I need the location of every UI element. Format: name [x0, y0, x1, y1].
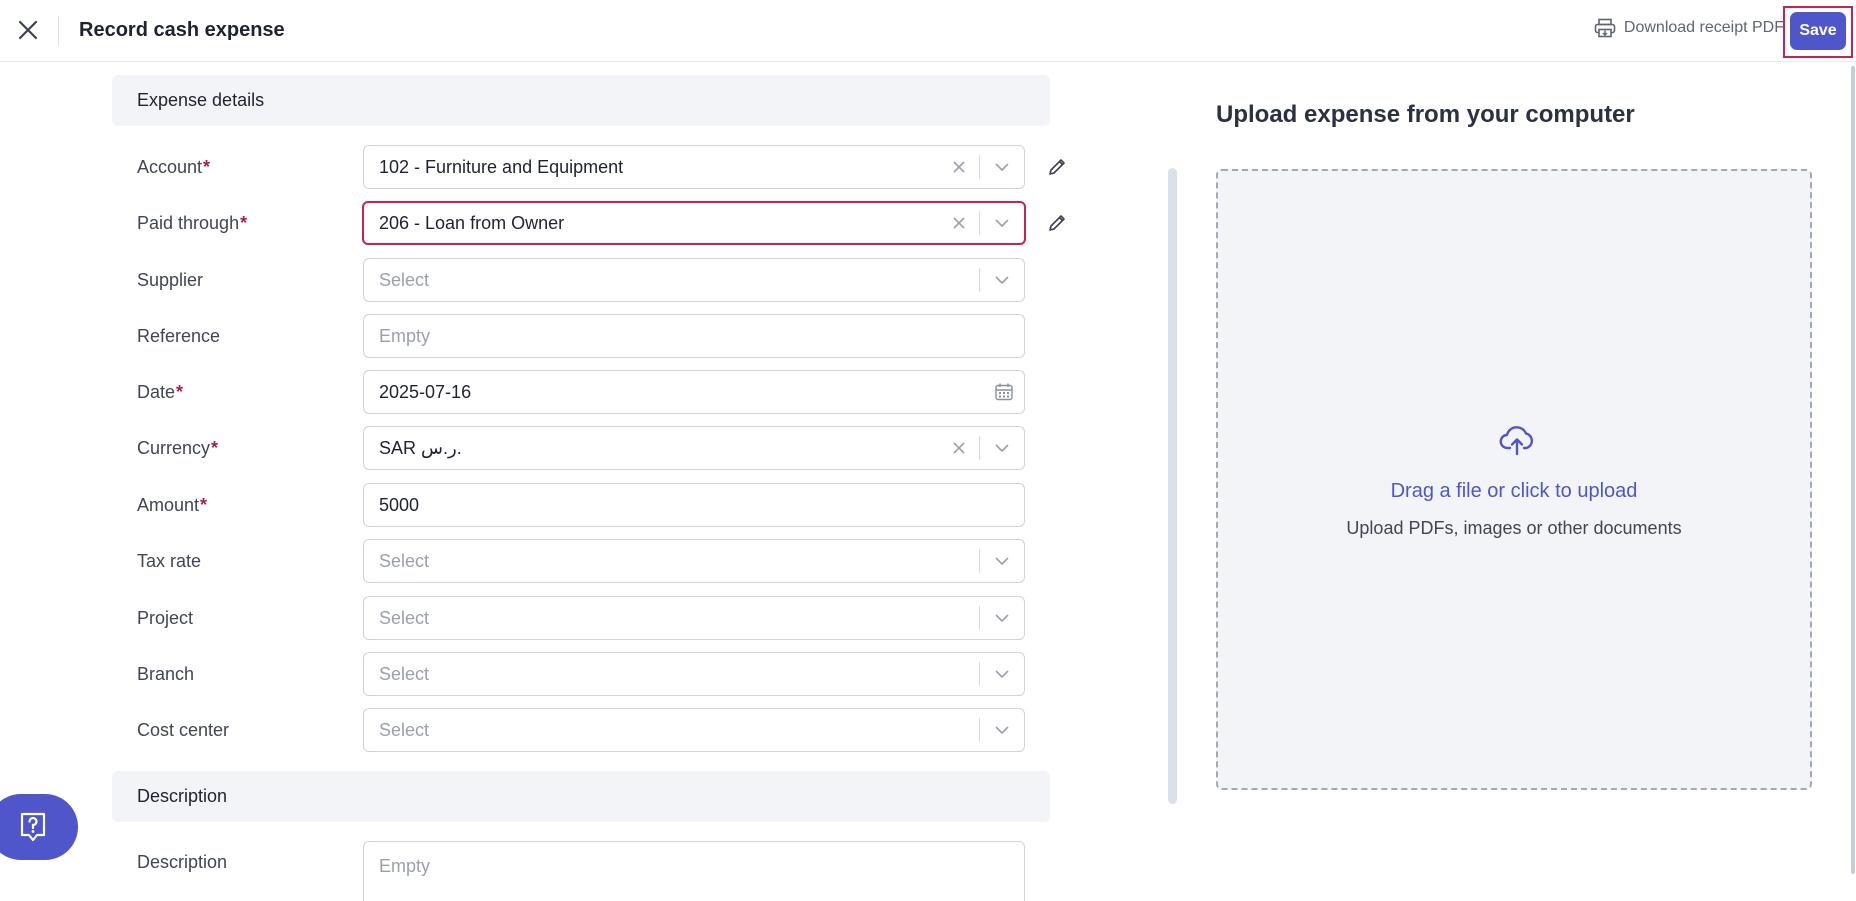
download-receipt-button[interactable]: Download receipt PDF: [1594, 18, 1784, 38]
help-button[interactable]: [0, 794, 78, 860]
amount-label: Amount *: [137, 483, 207, 527]
close-icon: [18, 20, 38, 40]
paid-through-select[interactable]: 206 - Loan from Owner: [362, 201, 1026, 245]
currency-select[interactable]: SAR ر.س.: [363, 426, 1025, 470]
account-label: Account *: [137, 145, 210, 189]
description-textarea[interactable]: Empty: [363, 841, 1025, 901]
account-label-text: Account: [137, 156, 203, 177]
cloud-upload-icon: [1499, 426, 1533, 456]
branch-select[interactable]: Select: [363, 652, 1025, 696]
chevron-down-icon[interactable]: [980, 596, 1024, 640]
cost-center-placeholder: Select: [379, 719, 430, 740]
currency-value: SAR ر.س.: [379, 437, 462, 458]
currency-label-text: Currency: [137, 437, 211, 458]
required-mark: *: [200, 494, 208, 515]
required-mark: *: [176, 381, 184, 402]
reference-input[interactable]: Empty: [363, 314, 1025, 358]
chevron-down-icon[interactable]: [980, 708, 1024, 752]
help-icon: [20, 812, 46, 842]
description-label: Description: [137, 851, 228, 872]
supplier-label: Supplier: [137, 269, 204, 290]
print-icon: [1594, 18, 1616, 38]
date-label: Date *: [137, 370, 183, 414]
upload-main-text: Drag a file or click to upload: [1390, 480, 1638, 502]
paid-through-value: 206 - Loan from Owner: [379, 212, 565, 233]
clear-icon[interactable]: [947, 436, 971, 460]
calendar-icon[interactable]: [984, 370, 1024, 414]
project-select[interactable]: Select: [363, 596, 1025, 640]
top-bar: Record cash expense Download receipt PDF…: [0, 0, 1856, 62]
date-label-text: Date: [137, 381, 176, 402]
title-divider: [58, 16, 59, 46]
page-scrollbar[interactable]: [1851, 66, 1855, 874]
amount-input[interactable]: 5000: [363, 483, 1025, 527]
date-input[interactable]: 2025-07-16: [363, 370, 1025, 414]
reference-label: Reference: [137, 325, 221, 346]
form-scrollbar[interactable]: [1168, 168, 1177, 804]
amount-label-text: Amount: [137, 494, 200, 515]
supplier-placeholder: Select: [379, 269, 430, 290]
chevron-down-icon[interactable]: [980, 539, 1024, 583]
paid-through-label: Paid through *: [137, 201, 247, 245]
chevron-down-icon[interactable]: [980, 201, 1024, 245]
currency-label: Currency *: [137, 426, 218, 470]
clear-icon[interactable]: [947, 155, 971, 179]
description-placeholder: Empty: [379, 856, 431, 876]
supplier-select[interactable]: Select: [363, 258, 1025, 302]
cost-center-label: Cost center: [137, 719, 230, 740]
clear-icon[interactable]: [947, 211, 971, 235]
chevron-down-icon[interactable]: [980, 426, 1024, 470]
account-select[interactable]: 102 - Furniture and Equipment: [363, 145, 1025, 189]
chevron-down-icon[interactable]: [980, 258, 1024, 302]
cost-center-select[interactable]: Select: [363, 708, 1025, 752]
upload-sub-text: Upload PDFs, images or other documents: [1346, 518, 1682, 538]
branch-label: Branch: [137, 663, 195, 684]
upload-dropzone[interactable]: Drag a file or click to upload Upload PD…: [1216, 169, 1812, 790]
branch-placeholder: Select: [379, 663, 430, 684]
upload-title: Upload expense from your computer: [1216, 101, 1635, 128]
date-value: 2025-07-16: [379, 381, 472, 402]
pencil-icon[interactable]: [1043, 209, 1071, 237]
tax-rate-placeholder: Select: [379, 550, 430, 571]
description-header: Description: [112, 771, 1050, 822]
required-mark: *: [211, 437, 219, 458]
tax-rate-label: Tax rate: [137, 550, 202, 571]
paid-through-label-text: Paid through: [137, 212, 240, 233]
chevron-down-icon[interactable]: [980, 145, 1024, 189]
chevron-down-icon[interactable]: [980, 652, 1024, 696]
amount-value: 5000: [379, 494, 420, 515]
download-receipt-label: Download receipt PDF: [1623, 19, 1784, 36]
save-button[interactable]: Save: [1790, 12, 1846, 50]
close-button[interactable]: [12, 14, 44, 46]
page-title: Record cash expense: [79, 19, 285, 41]
reference-placeholder: Empty: [379, 325, 431, 346]
account-value: 102 - Furniture and Equipment: [379, 156, 624, 177]
project-label: Project: [137, 607, 194, 628]
pencil-icon[interactable]: [1043, 153, 1071, 181]
project-placeholder: Select: [379, 607, 430, 628]
tax-rate-select[interactable]: Select: [363, 539, 1025, 583]
expense-details-header: Expense details: [112, 75, 1050, 126]
required-mark: *: [240, 212, 248, 233]
required-mark: *: [203, 156, 211, 177]
